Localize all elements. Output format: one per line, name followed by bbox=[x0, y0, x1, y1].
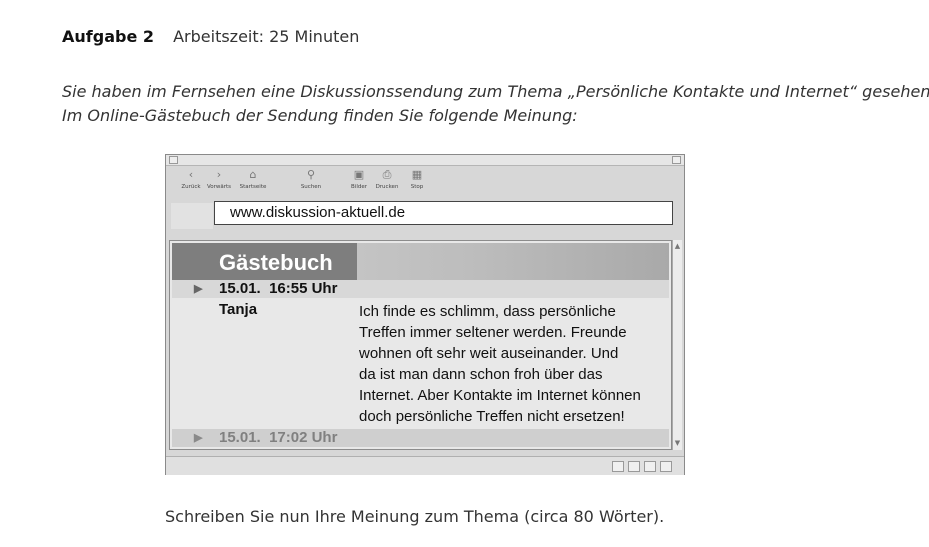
page-content: Gästebuch ▶ 15.01. 16:55 Uhr Tanja Ich f… bbox=[169, 240, 672, 450]
intro-text: Sie haben im Fernsehen eine Diskussionss… bbox=[62, 80, 929, 128]
entry-datetime: 15.01. 16:55 Uhr bbox=[219, 280, 338, 297]
home-icon: ⌂ bbox=[249, 168, 257, 181]
resize-icon[interactable] bbox=[660, 461, 672, 472]
entry-header[interactable]: ▶ 15.01. 16:55 Uhr bbox=[172, 280, 669, 298]
entry-datetime: 15.01. 17:02 Uhr bbox=[219, 429, 338, 446]
entry-author: Tanja bbox=[219, 301, 258, 318]
message-line: wohnen oft sehr weit auseinander. Und bbox=[359, 345, 619, 362]
status-icon bbox=[644, 461, 656, 472]
task-number: Aufgabe 2 bbox=[62, 27, 154, 46]
vertical-scrollbar[interactable]: ▲ ▼ bbox=[672, 240, 682, 450]
scroll-up-icon[interactable]: ▲ bbox=[673, 242, 682, 251]
triangle-right-icon: ▶ bbox=[194, 283, 203, 295]
entry-header[interactable]: ▶ 15.01. 17:02 Uhr bbox=[172, 429, 669, 447]
browser-window: ‹ Zurück › Vorwärts ⌂ Startseite ⚲ Suche… bbox=[165, 154, 685, 475]
forward-button[interactable]: › Vorwärts bbox=[200, 167, 238, 197]
scroll-down-icon[interactable]: ▼ bbox=[673, 439, 682, 448]
status-icon bbox=[612, 461, 624, 472]
task-time: Arbeitszeit: 25 Minuten bbox=[173, 27, 360, 46]
forward-icon: › bbox=[216, 168, 222, 181]
triangle-right-icon: ▶ bbox=[194, 432, 203, 444]
address-side-panel bbox=[171, 203, 213, 229]
search-icon: ⚲ bbox=[306, 168, 316, 181]
message-line: Internet. Aber Kontakte im Internet könn… bbox=[359, 387, 641, 404]
status-icon bbox=[628, 461, 640, 472]
close-box-icon[interactable] bbox=[169, 156, 178, 164]
title-bar bbox=[166, 155, 684, 166]
message-line: doch persönliche Treffen nicht ersetzen! bbox=[359, 408, 625, 425]
message-line: Ich finde es schlimm, dass persönliche bbox=[359, 303, 616, 320]
guestbook-header: Gästebuch bbox=[172, 243, 669, 280]
status-bar bbox=[166, 456, 684, 475]
entry-message: Ich finde es schlimm, dass persönliche T… bbox=[359, 301, 669, 427]
guestbook-title: Gästebuch bbox=[172, 243, 357, 280]
message-line: da ist man dann schon froh über das bbox=[359, 366, 603, 383]
search-button[interactable]: ⚲ Suchen bbox=[292, 167, 330, 197]
task-header: Aufgabe 2 Arbeitszeit: 25 Minuten bbox=[62, 27, 359, 46]
zoom-box-icon[interactable] bbox=[672, 156, 681, 164]
stop-icon: ▦ bbox=[411, 168, 423, 181]
intro-line: Sie haben im Fernsehen eine Diskussionss… bbox=[62, 82, 929, 101]
intro-line: Im Online-Gästebuch der Sendung finden S… bbox=[62, 106, 578, 125]
home-button[interactable]: ⌂ Startseite bbox=[234, 167, 272, 197]
instruction-text: Schreiben Sie nun Ihre Meinung zum Thema… bbox=[165, 507, 665, 526]
stop-button[interactable]: ▦ Stop bbox=[398, 167, 436, 197]
message-line: Treffen immer seltener werden. Freunde bbox=[359, 324, 627, 341]
address-bar[interactable]: www.diskussion-aktuell.de bbox=[214, 201, 673, 225]
